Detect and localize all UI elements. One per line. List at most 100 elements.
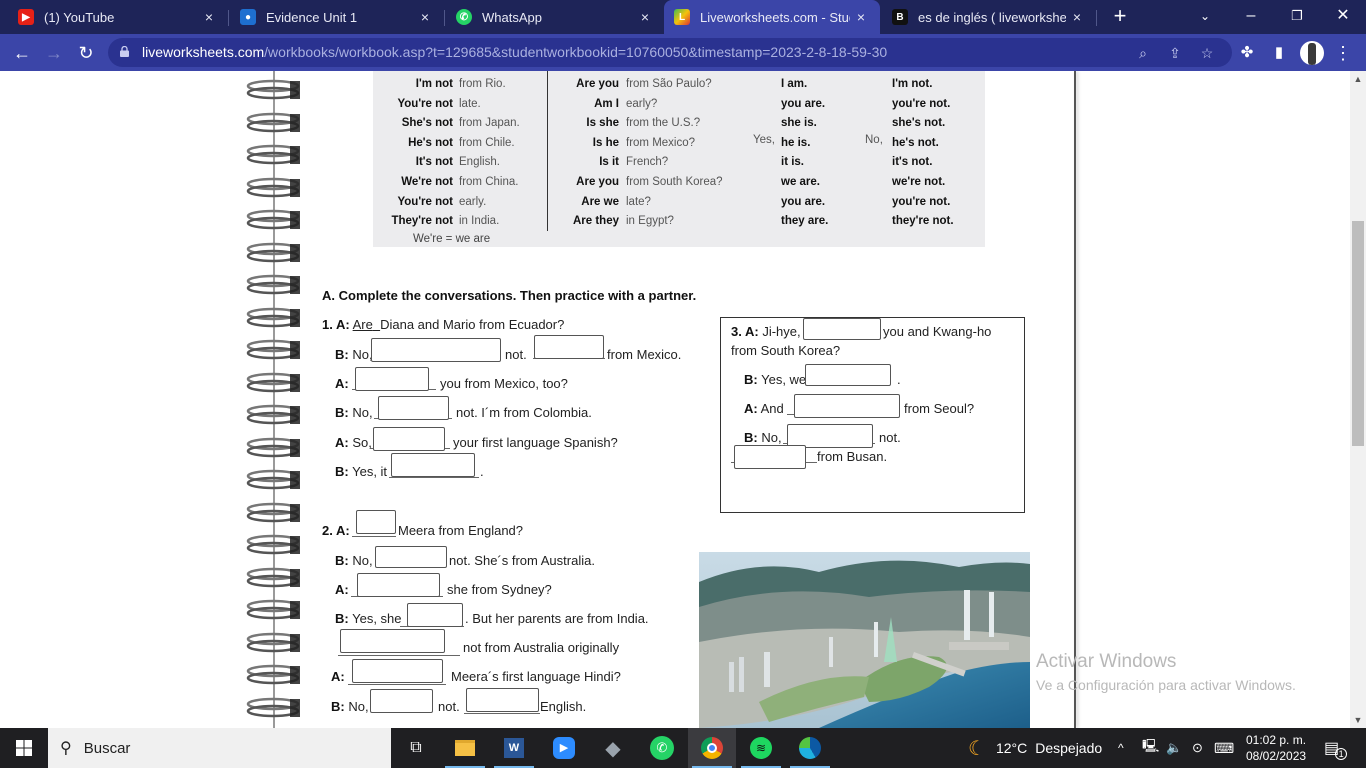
start-button[interactable] [0,728,48,768]
spiral-coil [246,307,300,327]
answer-blank-1-3[interactable] [355,367,429,391]
no-answers-column: I'm not. you're not. she's not. he's not… [892,75,954,232]
tab-liveworksheets[interactable]: L Liveworksheets.com - Studen × [664,0,880,34]
taskbar-spotify[interactable]: ≋ [737,728,785,768]
c2-l2-speaker: B: No, [335,553,373,568]
c3-l4-text-a: No, [761,430,782,445]
bookmark-star-icon[interactable]: ☆ [1198,44,1216,62]
tab-title: Liveworksheets.com - Studen [700,9,850,25]
forward-button[interactable]: → [41,40,67,66]
scroll-up-arrow-icon[interactable]: ▲ [1350,71,1366,87]
chrome-icon [701,737,723,759]
answer-blank-1-2a[interactable] [371,338,501,362]
tab-whatsapp[interactable]: ✆ WhatsApp × [438,0,664,34]
answer-blank-1-4[interactable] [378,396,449,420]
taskbar-word[interactable]: W [490,728,538,768]
reload-button[interactable]: ↻ [73,40,99,66]
c1-l3-speaker: A: [335,376,349,391]
page-scrollbar[interactable]: ▲ ▼ [1350,71,1366,728]
scroll-down-arrow-icon[interactable]: ▼ [1350,712,1366,728]
show-hidden-icons-button[interactable]: ^ [1118,728,1124,768]
close-tab-icon[interactable]: × [850,9,872,25]
yes-answer: it is. [781,156,805,169]
speaker-label: 1. A: [322,317,350,332]
answer-blank-3-2[interactable] [805,364,891,386]
close-tab-icon[interactable]: × [634,9,656,25]
taskbar-chrome[interactable] [688,728,736,768]
profile-avatar[interactable] [1300,41,1324,65]
close-tab-icon[interactable]: × [1066,9,1088,25]
taskbar-search-box[interactable]: ⚲ Buscar [48,728,391,768]
answer-blank-2-5[interactable] [340,629,445,653]
answer-blank-1-6[interactable] [391,453,475,477]
worksheet-page: I'm not You're not She's not He's not It… [0,71,1350,728]
minimize-button[interactable]: – [1228,0,1274,34]
volume-icon[interactable]: 🔈 [1166,728,1182,768]
yes-answer: they are. [781,215,829,228]
tab-title: (1) YouTube [44,9,115,25]
menu-kebab-icon[interactable]: ⋮ [1332,42,1354,64]
c3-l4-text-b: not. [879,430,901,445]
answer-blank-2-6[interactable] [352,659,443,683]
close-tab-icon[interactable]: × [198,9,220,25]
answer-blank-3-5[interactable] [734,445,806,469]
notifications-button[interactable]: ▤ 1 [1324,728,1348,768]
answer-blank-2-4[interactable] [407,603,463,627]
taskbar-file-explorer[interactable] [441,728,489,768]
close-window-button[interactable]: ✕ [1320,0,1366,34]
network-icon[interactable]: 🖳 [1142,728,1159,768]
answer-blank-1-2b[interactable] [534,335,604,359]
clock-time: 01:02 p. m. [1246,733,1307,747]
answer-blank-2-2[interactable] [375,546,447,568]
yes-answer: he is. [781,136,811,149]
tab-es-de-ingles[interactable]: B es de inglés ( liveworksheets × [880,0,1096,34]
keyboard-icon[interactable]: ⌨ [1214,728,1234,768]
address-bar[interactable]: liveworksheets.com/workbooks/workbook.as… [108,38,1232,67]
extensions-icon[interactable]: ✤ [1236,42,1258,64]
c2-l7-text-b: not. [438,699,460,714]
share-icon[interactable]: ⇪ [1166,44,1184,62]
question-verb: Are you [576,175,619,188]
spiral-coil [246,599,300,620]
answer-blank-3-1[interactable] [803,318,881,340]
speaker-label: B: [744,372,758,387]
question-verb: Are we [581,195,619,208]
taskbar-zoom[interactable]: ▶ [540,728,588,768]
tab-search-button[interactable]: ⌄ [1182,0,1228,34]
restore-button[interactable]: ❐ [1274,0,1320,34]
answer-blank-2-7a[interactable] [370,689,433,713]
answer-blank-2-1[interactable] [356,510,396,534]
back-button[interactable]: ← [9,40,35,66]
taskbar-app-diamond[interactable]: ◆ [589,728,637,768]
close-tab-icon[interactable]: × [414,9,436,25]
tab-evidence-unit-1[interactable]: ● Evidence Unit 1 × [222,0,444,34]
weather-widget[interactable]: ☾ 12°C Despejado [968,728,1102,768]
new-tab-button[interactable]: + [1108,5,1132,29]
taskbar-whatsapp[interactable]: ✆ [638,728,686,768]
zoom-icon[interactable]: ⌕ [1134,44,1152,62]
task-view-button[interactable]: ⧉ [392,728,440,768]
no-answer: they're not. [892,215,954,228]
avatar-figure [1308,43,1316,65]
taskbar-clock[interactable]: 01:02 p. m. 08/02/2023 [1246,732,1306,764]
tab-youtube[interactable]: ▶ (1) YouTube × [0,0,228,34]
youtube-icon: ▶ [18,9,34,25]
answer-blank-2-7b[interactable] [466,688,539,712]
answer-blank-3-3[interactable] [794,394,900,418]
weather-temp: 12°C [995,740,1028,756]
speaker-label: 3. A: [731,324,759,339]
blank-underline [352,536,396,537]
meet-now-icon[interactable]: ⊙ [1192,728,1203,768]
scrollbar-thumb[interactable] [1352,221,1364,446]
c1-l4-speaker: B: No, [335,405,373,420]
negatives-rest-column: from Rio. late. from Japan. from Chile. … [459,75,520,232]
c1-l2-text-a: No, [352,347,373,362]
contraction-note: We're = we are [413,233,491,245]
answer-blank-2-3[interactable] [357,573,440,597]
side-panel-icon[interactable]: ▮ [1268,42,1290,64]
c1-l6-speaker: B: Yes, it [335,464,387,479]
c3-l1-text-b: you and Kwang-ho [883,324,992,339]
no-answer: it's not. [892,156,933,169]
taskbar-edge[interactable] [786,728,834,768]
answer-blank-1-5[interactable] [373,427,445,451]
